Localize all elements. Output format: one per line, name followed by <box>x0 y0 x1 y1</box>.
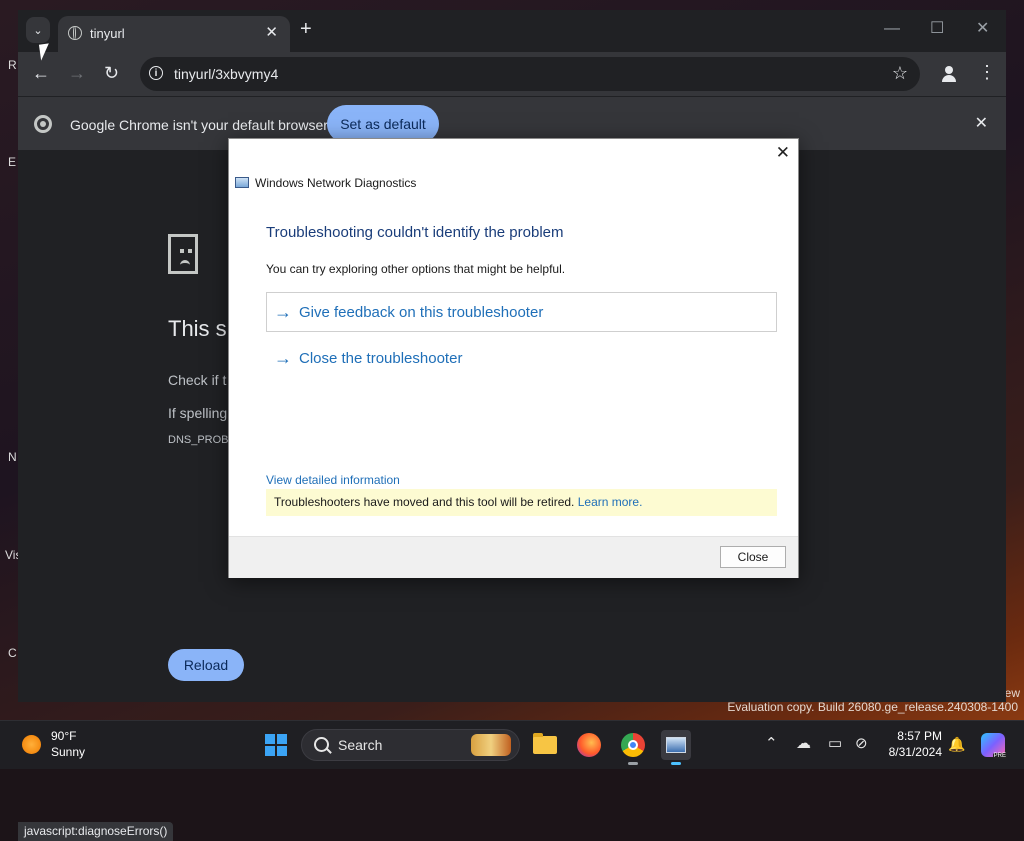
network-disconnected-icon[interactable]: ⊘ <box>855 735 868 753</box>
windows-logo-tile <box>277 734 287 744</box>
dialog-footer: Close <box>229 536 798 578</box>
new-tab-button[interactable]: + <box>300 19 312 39</box>
windows-logo-tile <box>265 734 275 744</box>
network-diagnostics-icon <box>235 177 249 188</box>
tab-close-icon[interactable]: ✕ <box>265 23 278 41</box>
chrome-logo-icon <box>34 115 52 133</box>
notice-text: Troubleshooters have moved and this tool… <box>274 495 575 509</box>
sun-icon[interactable] <box>22 735 41 754</box>
infobar-message: Google Chrome isn't your default browser <box>70 117 328 133</box>
copilot-badge: PRE <box>992 753 1007 759</box>
folder-icon <box>533 733 557 754</box>
option-label: Give feedback on this troubleshooter <box>299 304 544 321</box>
desktop-icon-strip: R E N Vis C <box>0 0 21 720</box>
firefox-button[interactable] <box>574 730 604 760</box>
weather-temp[interactable]: 90°F <box>51 729 76 743</box>
forward-button[interactable]: → <box>68 63 86 83</box>
copilot-icon[interactable]: PRE <box>981 733 1007 759</box>
desktop-icon-label[interactable]: E <box>8 155 16 169</box>
clock-time[interactable]: 8:57 PM <box>884 729 942 743</box>
sad-page-icon <box>168 234 198 274</box>
tab-title: tinyurl <box>90 26 125 41</box>
notification-bell-icon[interactable]: 🔔 <box>948 735 965 753</box>
desktop-icon-label[interactable]: C <box>8 646 17 660</box>
retirement-notice: Troubleshooters have moved and this tool… <box>266 489 777 516</box>
clock-date[interactable]: 8/31/2024 <box>884 745 942 759</box>
running-indicator <box>628 762 638 765</box>
back-button[interactable]: ← <box>32 63 50 83</box>
show-hidden-icons-button[interactable]: ⌃ <box>765 735 778 753</box>
maximize-button[interactable]: ☐ <box>930 19 944 39</box>
firefox-icon <box>577 733 601 757</box>
give-feedback-option[interactable]: → Give feedback on this troubleshooter <box>274 302 543 323</box>
mouse-cursor <box>38 43 52 61</box>
file-explorer-button[interactable] <box>530 730 560 760</box>
window-close-button[interactable]: ✕ <box>976 19 989 39</box>
desktop-icon-label[interactable]: N <box>8 450 17 464</box>
chrome-icon <box>621 733 645 757</box>
desktop-icon-label[interactable]: R <box>8 58 17 72</box>
onedrive-icon[interactable]: ☁ <box>796 735 811 753</box>
error-title: This si <box>168 316 232 341</box>
network-diagnostics-dialog: ✕ Windows Network Diagnostics Troublesho… <box>228 138 799 578</box>
profile-body <box>942 75 956 82</box>
weather-condition[interactable]: Sunny <box>51 745 85 759</box>
dialog-app-title: Windows Network Diagnostics <box>255 176 417 190</box>
search-icon <box>314 737 329 752</box>
evaluation-watermark: Evaluation copy. Build 26080.ge_release.… <box>727 700 1018 714</box>
arrow-right-icon: → <box>274 348 292 368</box>
taskbar: 90°F Sunny Search ⌃ ☁ ▭ ⊘ 8:57 PM 8/31/2… <box>0 720 1024 769</box>
search-label: Search <box>338 737 383 753</box>
tab-search-button[interactable]: ⌄ <box>26 17 50 43</box>
start-button[interactable] <box>265 734 287 756</box>
url-text[interactable]: tinyurl/3xbvymy4 <box>174 66 278 82</box>
error-code: DNS_PROB <box>168 434 229 446</box>
windows-logo-tile <box>265 746 275 756</box>
infobar-close-icon[interactable]: ✕ <box>975 113 988 133</box>
display-icon[interactable]: ▭ <box>828 735 842 753</box>
chrome-menu-icon[interactable]: ⋮ <box>978 62 996 82</box>
dialog-heading: Troubleshooting couldn't identify the pr… <box>266 224 564 241</box>
bookmark-star-icon[interactable]: ☆ <box>892 63 908 84</box>
watermark-fragment: ew <box>1004 686 1020 700</box>
error-line: If spelling <box>168 405 228 421</box>
status-bubble: javascript:diagnoseErrors() <box>18 822 174 841</box>
taskbar-search[interactable]: Search <box>301 729 520 761</box>
profile-head <box>945 66 953 74</box>
view-details-link[interactable]: View detailed information <box>266 473 400 487</box>
tab-tinyurl[interactable]: tinyurl ✕ <box>58 16 290 52</box>
network-diagnostics-button[interactable] <box>661 730 691 765</box>
arrow-right-icon: → <box>274 302 292 322</box>
search-highlight-icon <box>471 734 511 756</box>
reload-icon[interactable]: ↻ <box>104 63 119 83</box>
omnibox[interactable]: i tinyurl/3xbvymy4 ☆ <box>140 57 920 91</box>
dialog-subtext: You can try exploring other options that… <box>266 262 566 276</box>
network-diagnostics-icon <box>666 737 686 753</box>
browser-toolbar: ← → ↻ i tinyurl/3xbvymy4 ☆ ⋮ <box>18 52 1006 96</box>
error-line: Check if t <box>168 372 227 388</box>
reload-button[interactable]: Reload <box>168 649 244 681</box>
globe-icon <box>68 26 82 40</box>
dialog-close-icon[interactable]: ✕ <box>776 143 790 163</box>
close-troubleshooter-option[interactable]: → Close the troubleshooter <box>274 348 462 369</box>
close-button[interactable]: Close <box>720 546 786 568</box>
minimize-button[interactable]: — <box>884 19 900 39</box>
chrome-button[interactable] <box>618 730 648 765</box>
profile-avatar-icon[interactable] <box>940 64 958 82</box>
windows-logo-tile <box>277 746 287 756</box>
learn-more-link[interactable]: Learn more. <box>578 495 643 509</box>
site-info-icon[interactable]: i <box>149 66 163 80</box>
option-label: Close the troubleshooter <box>299 350 463 367</box>
active-indicator <box>671 762 681 765</box>
tab-strip: ⌄ tinyurl ✕ + — ☐ ✕ <box>18 10 1006 52</box>
